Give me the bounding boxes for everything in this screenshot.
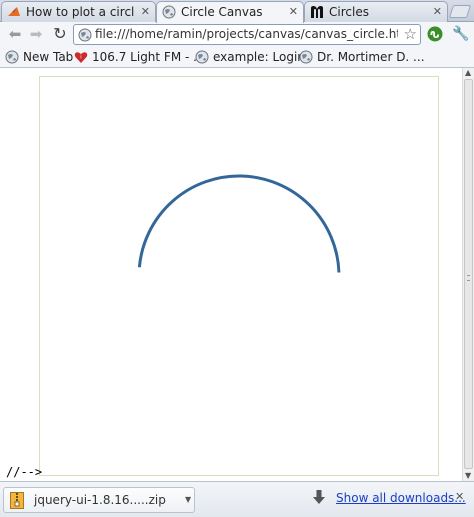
circle-arc bbox=[137, 174, 341, 273]
chevron-down-icon[interactable]: ▼ bbox=[185, 495, 191, 504]
tab-how-to-plot-a-circle[interactable]: How to plot a circle - ✕ bbox=[1, 1, 156, 22]
tab-label: Circles bbox=[329, 5, 369, 19]
reload-button[interactable]: ↻ bbox=[51, 25, 69, 43]
close-icon[interactable]: ✕ bbox=[289, 2, 298, 22]
reload-icon: ↻ bbox=[53, 24, 67, 43]
download-item[interactable]: jquery-ui-1.8.16.....zip ▼ bbox=[3, 487, 195, 513]
forward-button[interactable]: ➡ bbox=[27, 25, 45, 43]
back-arrow-icon: ⬅ bbox=[8, 25, 22, 43]
new-tab-button[interactable] bbox=[448, 5, 472, 18]
scrollbar-thumb[interactable] bbox=[464, 79, 473, 469]
iheart-icon: i bbox=[74, 52, 88, 63]
bookmark-light-fm[interactable]: i 106.7 Light FM - ... bbox=[74, 49, 205, 65]
globe-icon bbox=[5, 50, 19, 64]
bookmark-dr-mortimer[interactable]: Dr. Mortimer D. ... bbox=[299, 49, 425, 65]
navigation-toolbar: ⬅ ➡ ↻ file:///home/ramin/projects/canvas… bbox=[0, 22, 474, 46]
tab-label: Circle Canvas bbox=[181, 5, 263, 19]
matlab-icon bbox=[8, 7, 20, 16]
download-shelf: jquery-ui-1.8.16.....zip ▼ Show all down… bbox=[0, 481, 474, 517]
show-all-downloads-link[interactable]: Show all downloads... bbox=[336, 491, 466, 505]
bookmark-label: Dr. Mortimer D. ... bbox=[317, 50, 425, 64]
close-icon[interactable]: ✕ bbox=[455, 490, 464, 503]
tab-strip: How to plot a circle - ✕ Circle Canvas ✕… bbox=[0, 0, 474, 23]
url-text[interactable]: file:///home/ramin/projects/canvas/canva… bbox=[95, 25, 398, 44]
bookmarks-bar: New Tab i 106.7 Light FM - ... example: … bbox=[0, 46, 474, 68]
tab-circles[interactable]: Circles ✕ bbox=[304, 1, 448, 22]
stumbleupon-icon[interactable] bbox=[427, 26, 443, 42]
svg-text:i: i bbox=[80, 55, 81, 61]
wrench-menu-icon[interactable]: 🔧 bbox=[452, 26, 469, 42]
tab-label: How to plot a circle - bbox=[26, 5, 135, 19]
download-filename: jquery-ui-1.8.16.....zip bbox=[34, 493, 166, 507]
mathworld-icon bbox=[311, 6, 323, 18]
bookmark-new-tab[interactable]: New Tab bbox=[5, 49, 73, 65]
download-arrow-icon bbox=[313, 490, 325, 504]
bookmark-label: New Tab bbox=[23, 50, 74, 64]
bookmark-star-icon[interactable]: ☆ bbox=[404, 25, 417, 44]
trailing-comment-text: //--> bbox=[6, 465, 43, 479]
scroll-up-icon[interactable]: ▲ bbox=[465, 68, 471, 77]
forward-arrow-icon: ➡ bbox=[29, 25, 43, 43]
scrollbar-grip bbox=[467, 275, 470, 281]
page-content: //--> bbox=[0, 68, 462, 481]
globe-icon bbox=[78, 28, 92, 42]
tab-circle-canvas[interactable]: Circle Canvas ✕ bbox=[156, 1, 304, 23]
back-button[interactable]: ⬅ bbox=[6, 25, 24, 43]
close-icon[interactable]: ✕ bbox=[141, 2, 150, 22]
bookmark-label: example: Login bbox=[213, 50, 305, 64]
bookmark-label: 106.7 Light FM - ... bbox=[92, 50, 205, 64]
globe-icon bbox=[195, 50, 209, 64]
circle-canvas bbox=[39, 76, 439, 476]
address-bar[interactable]: file:///home/ramin/projects/canvas/canva… bbox=[73, 24, 421, 45]
close-icon[interactable]: ✕ bbox=[433, 2, 442, 22]
bookmark-example-login[interactable]: example: Login bbox=[195, 49, 305, 65]
canvas-drawing bbox=[137, 174, 341, 273]
vertical-scrollbar[interactable]: ▲ ▼ bbox=[462, 68, 474, 481]
scroll-down-icon[interactable]: ▼ bbox=[465, 471, 471, 480]
globe-icon bbox=[162, 5, 176, 19]
globe-icon bbox=[299, 50, 313, 64]
zip-file-icon bbox=[10, 492, 24, 509]
